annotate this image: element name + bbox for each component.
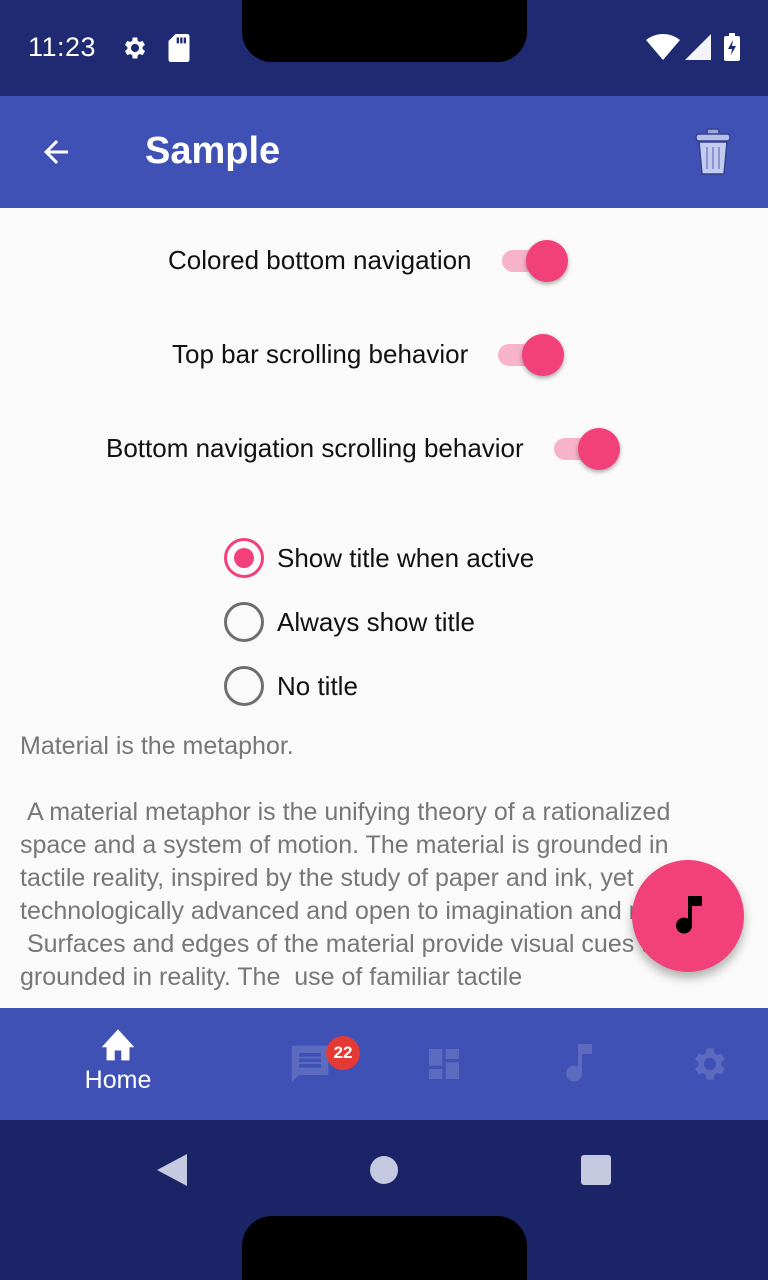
circle-home-icon — [370, 1156, 398, 1184]
gear-icon — [121, 34, 149, 67]
radio-button[interactable] — [224, 666, 264, 706]
radio-label: No title — [277, 670, 358, 701]
radio-option-no-title[interactable]: No title — [224, 654, 534, 718]
system-back-button[interactable] — [152, 1150, 192, 1190]
status-time: 11:23 — [28, 32, 97, 62]
nav-item-settings[interactable] — [680, 1008, 740, 1120]
wifi-icon — [646, 34, 680, 65]
square-recents-icon — [581, 1155, 611, 1185]
bottom-nav-scrolling-toggle[interactable] — [552, 426, 622, 470]
switch-label: Colored bottom navigation — [168, 244, 472, 275]
arrow-back-icon — [44, 140, 68, 164]
radio-option-always-show[interactable]: Always show title — [224, 590, 534, 654]
bottom-navigation: Home 22 — [0, 1008, 768, 1120]
top-bar-scrolling-toggle[interactable] — [496, 332, 566, 376]
switch-row-top-bar-scrolling[interactable]: Top bar scrolling behavior — [172, 332, 566, 376]
nav-item-music[interactable] — [548, 1008, 608, 1120]
app-bar: Sample — [0, 96, 768, 208]
dashboard-icon — [429, 1049, 459, 1079]
radio-option-show-when-active[interactable]: Show title when active — [224, 526, 534, 590]
battery-charging-icon — [724, 33, 740, 66]
radio-button[interactable] — [224, 538, 264, 578]
title-mode-radio-group: Show title when active Always show title… — [224, 526, 534, 718]
settings-icon — [694, 1048, 726, 1080]
material-description-text: Material is the metaphor. A material met… — [20, 732, 726, 991]
radio-button[interactable] — [224, 602, 264, 642]
music-note-icon — [676, 896, 702, 934]
camera-notch — [242, 0, 527, 62]
system-home-button[interactable] — [364, 1150, 404, 1190]
system-navigation-bar — [0, 1120, 768, 1280]
colored-nav-toggle[interactable] — [500, 238, 570, 282]
radio-label: Show title when active — [277, 542, 535, 573]
sd-card-icon — [168, 34, 190, 67]
music-fab-button[interactable] — [632, 860, 744, 972]
nav-item-home[interactable]: Home — [58, 1008, 178, 1120]
signal-icon — [685, 34, 711, 65]
bottom-bezel-notch — [242, 1216, 527, 1280]
home-icon — [101, 1029, 135, 1061]
back-button[interactable] — [30, 126, 82, 178]
switch-label: Top bar scrolling behavior — [172, 338, 469, 369]
system-recents-button[interactable] — [576, 1150, 616, 1190]
triangle-back-icon — [157, 1154, 187, 1186]
messages-count-badge: 22 — [326, 1036, 360, 1070]
status-bar: 11:23 — [0, 0, 768, 96]
page-title: Sample — [145, 130, 281, 172]
nav-item-dashboard[interactable] — [414, 1008, 474, 1120]
nav-label-home: Home — [84, 1066, 152, 1094]
radio-label: Always show title — [277, 606, 475, 637]
trash-icon — [695, 128, 731, 175]
switch-label: Bottom navigation scrolling behavior — [106, 432, 524, 463]
delete-button[interactable] — [688, 124, 738, 180]
switch-row-bottom-nav-scrolling[interactable]: Bottom navigation scrolling behavior — [106, 426, 622, 470]
music-note-icon — [566, 1044, 592, 1082]
switch-row-colored-nav[interactable]: Colored bottom navigation — [168, 238, 570, 282]
